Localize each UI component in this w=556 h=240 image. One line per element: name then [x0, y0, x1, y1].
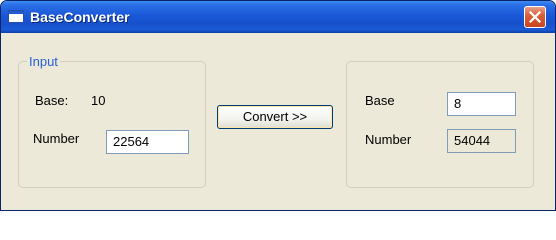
convert-button[interactable]: Convert >> — [217, 105, 333, 129]
window-title: BaseConverter — [30, 9, 130, 25]
input-group-legend: Input — [27, 54, 60, 69]
close-button[interactable] — [524, 6, 546, 28]
output-number-label: Number — [365, 132, 412, 147]
input-base-label: Base: — [35, 93, 69, 108]
window-icon — [8, 10, 24, 23]
input-number-label: Number — [33, 131, 80, 146]
client-area: Input Base: 10 Number 22564 Convert >> B… — [4, 33, 552, 208]
title-bar[interactable]: BaseConverter — [1, 1, 555, 33]
app-window: BaseConverter Input Base: 10 Number 2256… — [0, 0, 556, 211]
input-base-value: 10 — [91, 93, 106, 108]
output-base-label: Base — [365, 93, 395, 108]
input-number-field[interactable]: 22564 — [106, 130, 189, 154]
input-groupbox: Input — [18, 54, 206, 188]
output-groupbox — [346, 61, 534, 188]
output-number-field: 54044 — [447, 129, 516, 153]
close-icon — [529, 11, 541, 23]
output-base-field[interactable]: 8 — [447, 92, 516, 116]
